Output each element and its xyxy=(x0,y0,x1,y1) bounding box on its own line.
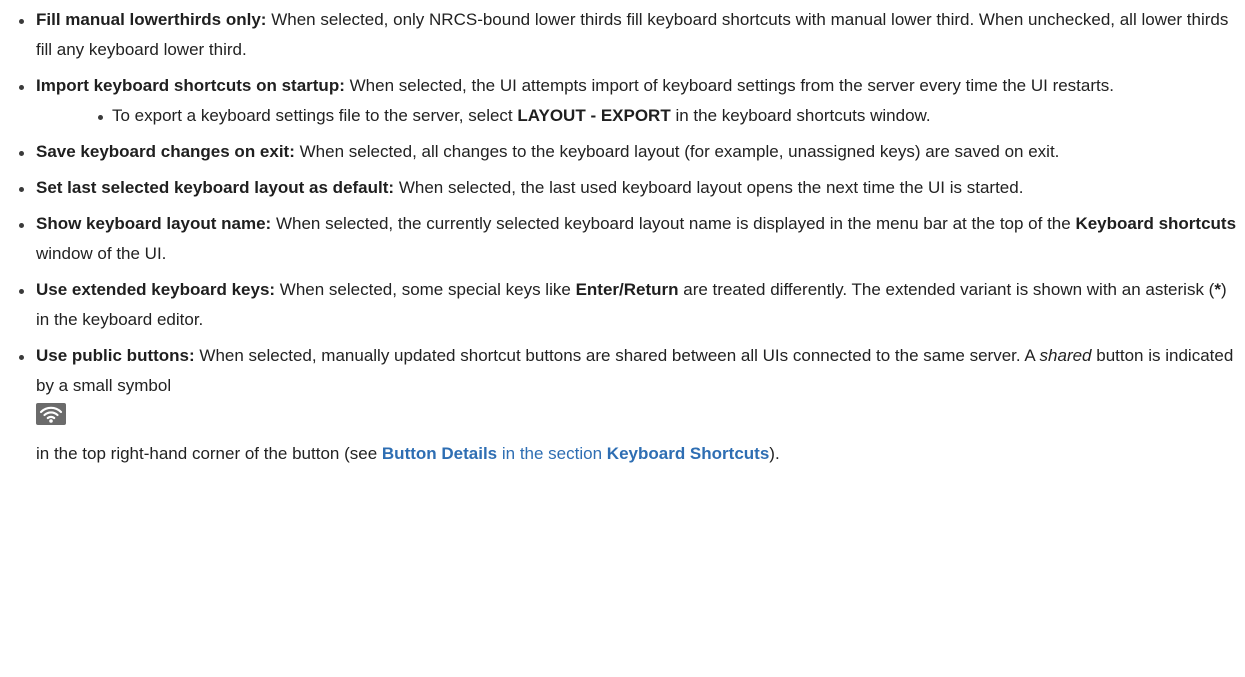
sub-list: To export a keyboard settings file to th… xyxy=(36,101,1239,131)
list-item-show-layout-name: Show keyboard layout name: When selected… xyxy=(12,209,1239,269)
item-title: Import keyboard shortcuts on startup: xyxy=(36,76,345,95)
item-text: When selected, the last used keyboard la… xyxy=(398,178,1024,197)
list-item-import-shortcuts: Import keyboard shortcuts on startup: Wh… xyxy=(12,71,1239,131)
item-text-pre: When selected, manually updated shortcut… xyxy=(199,346,1035,365)
list-item-extended-keys: Use extended keyboard keys: When selecte… xyxy=(12,275,1239,335)
list-item-save-changes-on-exit: Save keyboard changes on exit: When sele… xyxy=(12,137,1239,167)
item-text-closing: ). xyxy=(769,444,780,463)
item-text-pre: When selected, some special keys like xyxy=(279,280,571,299)
link-keyboard-shortcuts[interactable]: Keyboard Shortcuts xyxy=(607,444,769,463)
item-text-mid: are treated differently. The extended va… xyxy=(683,280,1215,299)
item-text-after-icon: in the top right-hand corner of the butt… xyxy=(36,444,378,463)
list-item-last-selected-layout-default: Set last selected keyboard layout as def… xyxy=(12,173,1239,203)
item-text-post: window of the UI. xyxy=(36,244,167,263)
sub-item-text-post: in the keyboard shortcuts window. xyxy=(675,106,931,125)
item-title: Set last selected keyboard layout as def… xyxy=(36,178,395,197)
item-title: Save keyboard changes on exit: xyxy=(36,142,295,161)
item-text-bold-asterisk: * xyxy=(1214,280,1221,299)
list-item-public-buttons: Use public buttons: When selected, manua… xyxy=(12,341,1239,469)
list-item-fill-manual-lowerthirds: Fill manual lowerthirds only: When selec… xyxy=(12,5,1239,65)
sub-list-item-export: To export a keyboard settings file to th… xyxy=(92,101,1239,131)
item-title: Use extended keyboard keys: xyxy=(36,280,276,299)
link-button-details[interactable]: Button Details xyxy=(382,444,497,463)
item-text-bold: Enter/Return xyxy=(575,280,679,299)
item-text-italic: shared xyxy=(1039,346,1092,365)
item-title: Use public buttons: xyxy=(36,346,195,365)
wifi-signal-icon xyxy=(36,403,66,425)
link-text-in-section: in the section xyxy=(501,444,603,463)
item-title: Fill manual lowerthirds only: xyxy=(36,10,267,29)
item-title: Show keyboard layout name: xyxy=(36,214,272,233)
item-text: When selected, all changes to the keyboa… xyxy=(299,142,1060,161)
item-text-pre: When selected, the currently selected ke… xyxy=(275,214,1071,233)
options-list: Fill manual lowerthirds only: When selec… xyxy=(12,5,1239,469)
item-text: When selected, the UI attempts import of… xyxy=(349,76,1114,95)
item-text-bold: Keyboard shortcuts xyxy=(1075,214,1237,233)
sub-item-bold: LAYOUT - EXPORT xyxy=(517,106,671,125)
document-body: Fill manual lowerthirds only: When selec… xyxy=(0,0,1245,677)
sub-item-text-pre: To export a keyboard settings file to th… xyxy=(112,106,513,125)
